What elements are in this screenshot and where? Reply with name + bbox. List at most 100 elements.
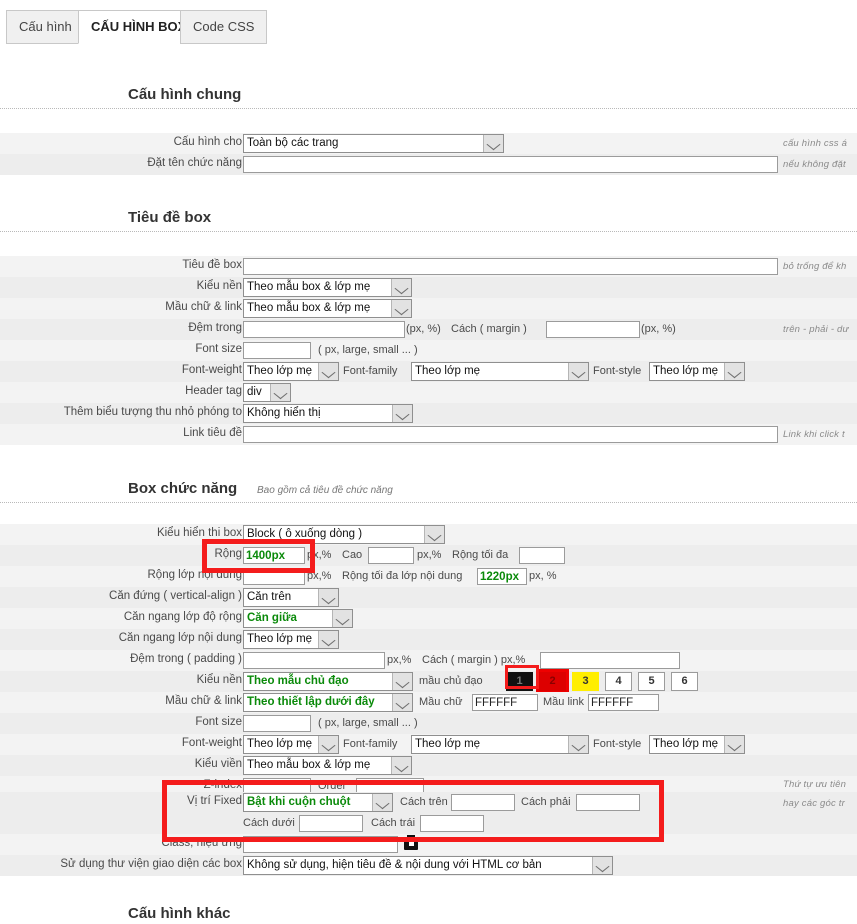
- label-halign-width: Căn ngang lớp độ rộng: [123, 611, 242, 623]
- color-swatch-1[interactable]: 1: [506, 672, 533, 691]
- color-swatch-6[interactable]: 6: [671, 672, 698, 691]
- select-box-title-fontfamily[interactable]: Theo lớp mẹ: [411, 362, 589, 381]
- input-box-title-fontsize[interactable]: [243, 342, 311, 359]
- input-offset-left[interactable]: [420, 815, 484, 832]
- input-class-effect[interactable]: [243, 836, 398, 853]
- select-halign-width[interactable]: Căn giữa: [243, 609, 353, 628]
- select-zoom-icon[interactable]: Không hiển thị: [243, 404, 413, 423]
- chevron-down-icon: [724, 736, 744, 753]
- row-bg-style: Kiểu nền Theo mẫu chủ đạo mầu chủ đạo 1 …: [0, 669, 857, 694]
- section-title: Cấu hình khác: [128, 905, 231, 922]
- select-func-fontstyle[interactable]: Theo lớp mẹ: [649, 735, 745, 754]
- picker-icon[interactable]: [404, 835, 418, 850]
- color-swatch-5[interactable]: 5: [638, 672, 665, 691]
- row-valign: Căn đứng ( vertical-align ) Căn trên: [0, 587, 857, 608]
- label-zindex: Z-index: [203, 779, 242, 791]
- chevron-down-icon: [724, 363, 744, 380]
- select-box-title-headertag[interactable]: div: [243, 383, 291, 402]
- input-margin[interactable]: [540, 652, 680, 669]
- tab-code-css[interactable]: Code CSS: [180, 10, 268, 44]
- input-max-width[interactable]: [519, 547, 565, 564]
- label-func-fontfamily: Font-family: [343, 738, 398, 750]
- section-subtitle: Bao gồm cả tiêu đề chức năng: [257, 485, 393, 496]
- select-halign-content[interactable]: Theo lớp mẹ: [243, 630, 339, 649]
- swatch-label: 4: [615, 675, 622, 687]
- row-function-name: Đặt tên chức năng nếu không đặt: [0, 154, 857, 175]
- row-halign-width: Căn ngang lớp độ rộng Căn giữa: [0, 608, 857, 629]
- input-height[interactable]: [368, 547, 414, 564]
- input-link-color[interactable]: [588, 694, 659, 711]
- label-font-color: Mầu chữ: [419, 696, 463, 708]
- select-box-title-fontweight[interactable]: Theo lớp mẹ: [243, 362, 339, 381]
- row-box-title: Tiêu đề box bỏ trống để kh: [0, 256, 857, 277]
- color-swatch-2[interactable]: 2: [536, 669, 569, 694]
- input-box-title-padding[interactable]: [243, 321, 405, 338]
- label-box-title-bg: Kiểu nền: [196, 280, 242, 292]
- row-library: Sử dụng thư viện giao diện các box Không…: [0, 855, 857, 876]
- input-font-color[interactable]: [472, 694, 538, 711]
- row-box-title-bg: Kiểu nền Theo mẫu box & lớp mẹ: [0, 277, 857, 298]
- unit-box-title-fontsize: ( px, large, small ... ): [318, 344, 418, 356]
- chevron-down-icon: [568, 736, 588, 753]
- select-config-for[interactable]: Toàn bộ các trang: [243, 134, 504, 153]
- select-display-type[interactable]: Block ( ô xuống dòng ): [243, 525, 445, 544]
- input-inner-width[interactable]: [243, 568, 305, 585]
- row-border-style: Kiểu viền Theo mẫu box & lớp mẹ: [0, 755, 857, 776]
- label-function-name: Đặt tên chức năng: [147, 157, 242, 169]
- swatch-label: 3: [582, 675, 589, 687]
- hint-config-for: cấu hình css á: [783, 138, 848, 149]
- row-box-title-color: Mầu chữ & link Theo mẫu box & lớp mẹ: [0, 298, 857, 319]
- select-text-color[interactable]: Theo thiết lập dưới đây: [243, 693, 413, 712]
- row-box-title-fontsize: Font size ( px, large, small ... ): [0, 340, 857, 361]
- input-title-link[interactable]: [243, 426, 778, 443]
- row-zoom-icon: Thêm biểu tượng thu nhỏ phóng to Không h…: [0, 403, 857, 424]
- chevron-down-icon: [424, 526, 444, 543]
- select-bg-style[interactable]: Theo mẫu chủ đạo: [243, 672, 413, 691]
- select-value: Theo thiết lập dưới đây: [247, 696, 375, 708]
- tab-cau-hinh[interactable]: Cấu hình: [6, 10, 85, 44]
- select-library[interactable]: Không sử dụng, hiện tiêu đề & nội dung v…: [243, 856, 613, 875]
- section-divider: [0, 108, 857, 109]
- select-valign[interactable]: Căn trên: [243, 588, 339, 607]
- label-zoom-icon: Thêm biểu tượng thu nhỏ phóng to: [63, 406, 242, 418]
- hint-box-title: bỏ trống để kh: [783, 261, 847, 272]
- unit-box-title-padding: (px, %): [406, 323, 441, 335]
- page-root: Cấu hình CẤU HÌNH BOX Code CSS Cấu hình …: [0, 0, 857, 924]
- select-border-style[interactable]: Theo mẫu box & lớp mẹ: [243, 756, 412, 775]
- input-offset-top[interactable]: [451, 794, 515, 811]
- select-box-title-fontstyle[interactable]: Theo lớp mẹ: [649, 362, 745, 381]
- select-value: Theo lớp mẹ: [247, 633, 313, 645]
- row-inner-width: Rộng lớp nội dung px,% Rộng tối đa lớp n…: [0, 566, 857, 587]
- row-func-font: Font-weight Theo lớp mẹ Font-family Theo…: [0, 734, 857, 755]
- select-func-fontfamily[interactable]: Theo lớp mẹ: [411, 735, 589, 754]
- input-padding[interactable]: [243, 652, 385, 669]
- input-offset-right[interactable]: [576, 794, 640, 811]
- color-swatch-4[interactable]: 4: [605, 672, 632, 691]
- select-value: Theo lớp mẹ: [247, 365, 313, 377]
- input-offset-bottom[interactable]: [299, 815, 363, 832]
- input-box-title-margin[interactable]: [546, 321, 640, 338]
- select-func-fontweight[interactable]: Theo lớp mẹ: [243, 735, 339, 754]
- chevron-down-icon: [392, 694, 412, 711]
- select-box-title-bg[interactable]: Theo mẫu box & lớp mẹ: [243, 278, 412, 297]
- chevron-down-icon: [318, 363, 338, 380]
- input-width[interactable]: [243, 547, 305, 564]
- select-value: Theo lớp mẹ: [415, 365, 481, 377]
- select-fixed-position[interactable]: Bật khi cuộn chuột: [243, 793, 393, 812]
- color-swatch-3[interactable]: 3: [572, 672, 599, 691]
- label-text-color: Mầu chữ & link: [165, 695, 242, 707]
- select-value: Bật khi cuộn chuột: [247, 796, 351, 808]
- label-library: Sử dụng thư viện giao diện các box: [60, 858, 242, 870]
- select-box-title-color[interactable]: Theo mẫu box & lớp mẹ: [243, 299, 412, 318]
- section-title: Box chức năng: [128, 480, 238, 497]
- label-main-color: mầu chủ đạo: [419, 675, 483, 687]
- row-box-title-headertag: Header tag div: [0, 382, 857, 403]
- input-func-fontsize[interactable]: [243, 715, 311, 732]
- label-offset-left: Cách trái: [371, 817, 416, 829]
- input-box-title[interactable]: [243, 258, 778, 275]
- input-inner-max-width[interactable]: [477, 568, 527, 585]
- row-title-link: Link tiêu đề Link khi click t: [0, 424, 857, 445]
- tab-label: Cấu hình: [19, 19, 72, 34]
- input-function-name[interactable]: [243, 156, 778, 173]
- label-max-width: Rộng tối đa: [452, 549, 509, 561]
